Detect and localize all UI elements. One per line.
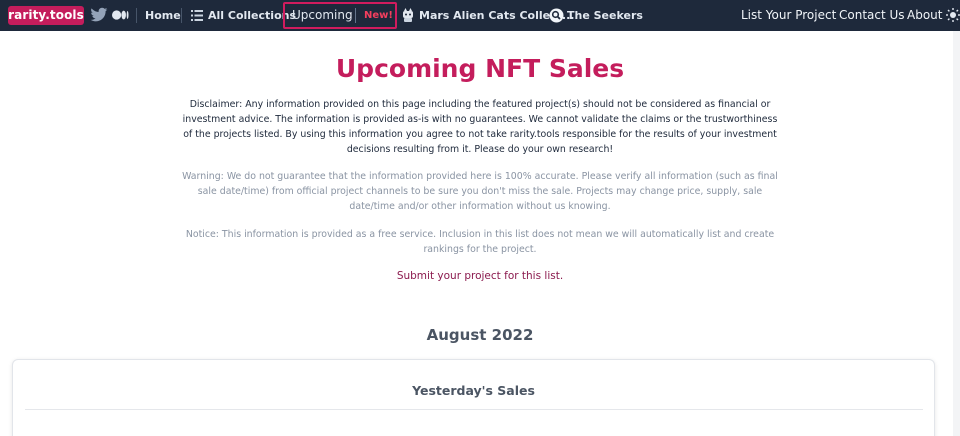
nav-separator bbox=[136, 8, 137, 23]
card-title: Yesterday's Sales bbox=[412, 383, 535, 398]
sun-icon[interactable] bbox=[946, 8, 960, 22]
disclaimer-text: Disclaimer: Any information provided on … bbox=[182, 99, 778, 155]
nav-list-project[interactable]: List Your Project bbox=[741, 0, 836, 31]
card-divider bbox=[25, 409, 923, 410]
twitter-icon[interactable] bbox=[90, 7, 108, 23]
warning-text: Warning: We do not guarantee that the in… bbox=[182, 171, 778, 212]
new-badge: New! bbox=[364, 10, 393, 21]
list-icon bbox=[191, 10, 203, 21]
top-nav: rarity.tools Home All Collections Upcomi… bbox=[0, 0, 960, 31]
yesterday-sales-card: Yesterday's Sales bbox=[12, 359, 935, 436]
submit-project-link[interactable]: Submit your project for this list. bbox=[0, 270, 960, 282]
page-title: Upcoming NFT Sales bbox=[335, 54, 625, 83]
medium-icon[interactable] bbox=[112, 7, 129, 23]
scrollbar-track[interactable] bbox=[953, 31, 960, 436]
month-heading: August 2022 bbox=[426, 326, 534, 344]
nav-upcoming[interactable]: Upcoming bbox=[292, 0, 353, 31]
nav-the-seekers[interactable]: The Seekers bbox=[567, 0, 643, 31]
nav-contact[interactable]: Contact Us bbox=[839, 0, 905, 31]
site-logo[interactable]: rarity.tools bbox=[8, 6, 84, 25]
nav-home[interactable]: Home bbox=[145, 0, 181, 31]
notice-text: Notice: This information is provided as … bbox=[185, 229, 775, 255]
alien-cat-icon bbox=[403, 8, 413, 22]
seekers-icon bbox=[549, 8, 564, 23]
nav-separator bbox=[355, 8, 356, 23]
nav-about[interactable]: About bbox=[907, 0, 942, 31]
nav-separator bbox=[181, 8, 182, 23]
